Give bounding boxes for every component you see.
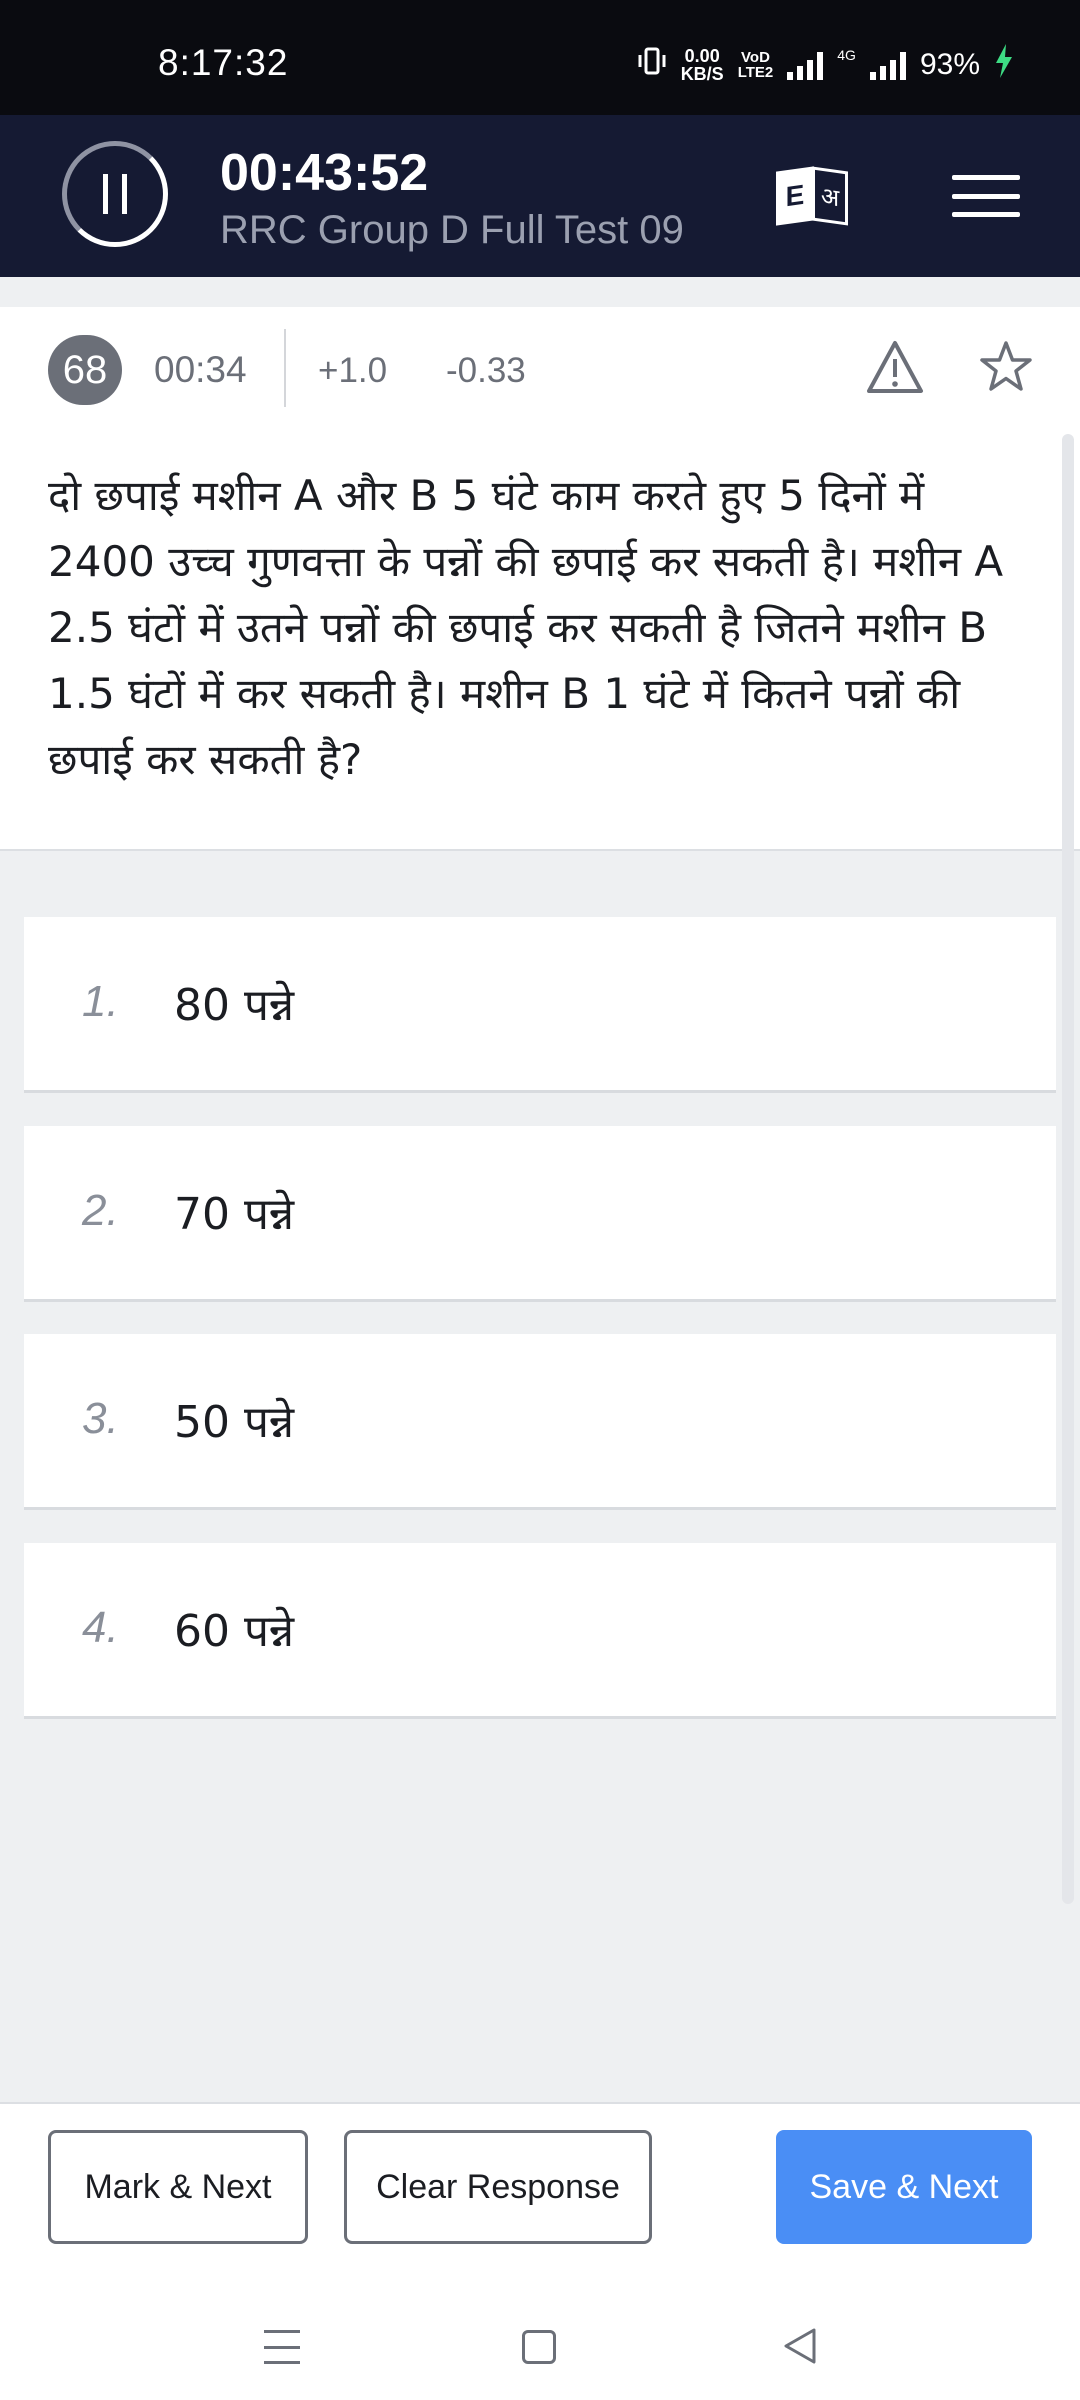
- charging-icon: [994, 44, 1014, 86]
- option-text: 50 पन्ने: [174, 1397, 295, 1448]
- option-4[interactable]: 4. 60 पन्ने: [24, 1543, 1056, 1719]
- question-number-badge: 68: [48, 335, 122, 405]
- battery-percent: 93%: [919, 48, 980, 81]
- question-time: 00:34: [154, 349, 247, 390]
- system-nav-bar: [0, 2290, 1080, 2400]
- vibrate-icon: [637, 46, 667, 84]
- divider: [284, 329, 286, 407]
- status-time: 8:17:32: [158, 42, 289, 83]
- positive-mark: +1.0: [318, 351, 388, 390]
- lang-english-icon: E: [776, 166, 814, 226]
- option-1[interactable]: 1. 80 पन्ने: [24, 917, 1056, 1093]
- volte-indicator: VoD LTE2: [738, 50, 774, 80]
- speed-unit: KB/S: [680, 64, 724, 84]
- question-meta-bar: 68 00:34 +1.0 -0.33: [0, 307, 1080, 427]
- test-title: RRC Group D Full Test 09: [220, 208, 684, 252]
- question-panel: दो छपाई मशीन A और B 5 घंटे काम करते हुए …: [0, 427, 1080, 851]
- status-icons: 0.00 KB/S VoD LTE2 4G 93%: [637, 44, 1014, 86]
- test-header: 00:43:52 RRC Group D Full Test 09 E अ: [0, 115, 1080, 277]
- signal-2-icon: [869, 50, 906, 80]
- network-type: 4G: [837, 47, 856, 63]
- pause-icon-bar: [122, 174, 127, 214]
- scrollbar[interactable]: [1062, 434, 1074, 1904]
- recent-apps-icon[interactable]: [264, 2330, 300, 2364]
- option-text: 70 पन्ने: [174, 1189, 295, 1240]
- test-timer: 00:43:52: [220, 144, 429, 202]
- pause-button[interactable]: [62, 141, 168, 247]
- network-speed: 0.00 KB/S: [681, 47, 724, 83]
- menu-icon-line: [952, 212, 1020, 217]
- menu-icon-line: [952, 175, 1020, 180]
- option-2[interactable]: 2. 70 पन्ने: [24, 1126, 1056, 1302]
- option-number: 2.: [82, 1186, 119, 1235]
- option-3[interactable]: 3. 50 पन्ने: [24, 1334, 1056, 1510]
- pause-icon-bar: [103, 174, 108, 214]
- status-bar: 8:17:32 0.00 KB/S VoD LTE2 4G 93%: [0, 0, 1080, 115]
- option-number: 3.: [82, 1394, 119, 1443]
- home-icon[interactable]: [522, 2330, 556, 2364]
- lang-hindi-icon: अ: [812, 166, 848, 226]
- bookmark-star-icon[interactable]: [978, 339, 1034, 395]
- back-icon[interactable]: [780, 2326, 820, 2366]
- option-number: 4.: [82, 1603, 119, 1652]
- save-next-button[interactable]: Save & Next: [776, 2130, 1032, 2244]
- mark-next-button[interactable]: Mark & Next: [48, 2130, 308, 2244]
- menu-icon-line: [952, 193, 1020, 199]
- question-text: दो छपाई मशीन A और B 5 घंटे काम करते हुए …: [48, 471, 1004, 784]
- option-text: 60 पन्ने: [174, 1606, 295, 1657]
- signal-1-icon: [787, 50, 824, 80]
- negative-mark: -0.33: [446, 351, 526, 390]
- language-toggle-button[interactable]: E अ: [776, 165, 850, 226]
- option-text: 80 पन्ने: [174, 980, 295, 1031]
- menu-button[interactable]: [952, 175, 1020, 217]
- clear-response-button[interactable]: Clear Response: [344, 2130, 652, 2244]
- speed-value: 0.00: [684, 46, 720, 66]
- report-warning-icon[interactable]: [866, 339, 924, 395]
- volte-bottom: LTE2: [737, 64, 774, 81]
- volte-top: VoD: [741, 49, 770, 66]
- option-number: 1.: [82, 977, 119, 1026]
